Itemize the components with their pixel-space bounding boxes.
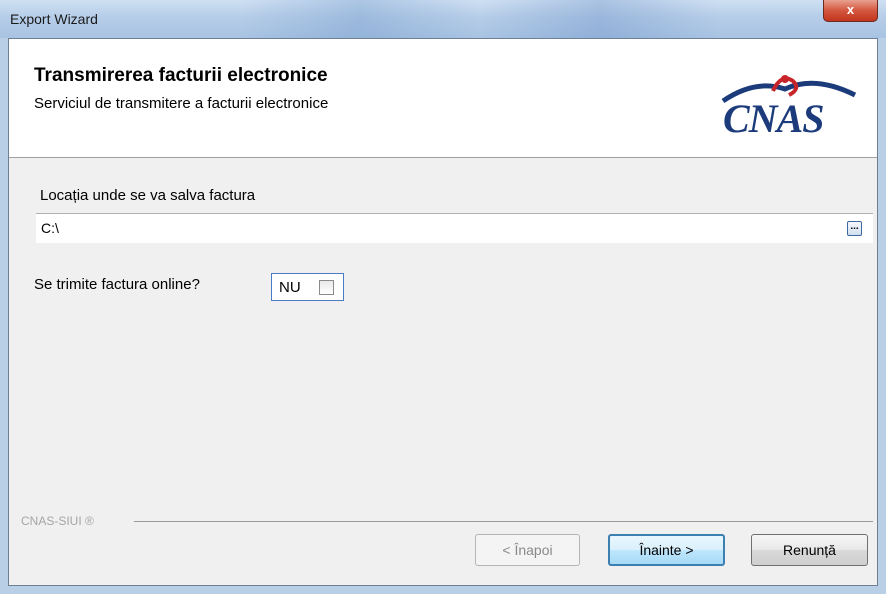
back-button[interactable]: < Înapoi (475, 534, 580, 566)
browse-button[interactable]: ... (847, 221, 862, 236)
location-field[interactable]: C:\ ... (36, 213, 873, 243)
location-label: Locația unde se va salva factura (40, 187, 256, 204)
window-title: Export Wizard (10, 11, 98, 27)
location-value[interactable]: C:\ (41, 220, 59, 236)
wizard-client-area: Transmirerea facturii electronice Servic… (8, 38, 878, 586)
ellipsis-icon: ... (850, 221, 859, 232)
send-online-label: Se trimite factura online? (34, 276, 200, 293)
window-frame-left (0, 38, 8, 594)
title-bar[interactable]: Export Wizard x (0, 0, 886, 38)
cnas-logo: CNAS (715, 65, 863, 141)
send-online-value: NU (279, 279, 301, 296)
title-bar-glass (240, 0, 840, 38)
footer-brand: CNAS-SIUI ® (21, 514, 94, 528)
logo-text: CNAS (723, 96, 824, 141)
cancel-button[interactable]: Renunță (751, 534, 868, 566)
page-title: Transmirerea facturii electronice (34, 65, 328, 86)
footer-divider (134, 521, 873, 522)
next-button[interactable]: Înainte > (608, 534, 725, 566)
send-online-checkbox[interactable] (319, 280, 334, 295)
close-icon: x (846, 2, 855, 17)
close-button[interactable]: x (823, 0, 878, 22)
wizard-header: Transmirerea facturii electronice Servic… (9, 39, 877, 158)
export-wizard-window: Export Wizard x Transmirerea facturii el… (0, 0, 886, 594)
send-online-toggle[interactable]: NU (271, 273, 344, 301)
page-subtitle: Serviciul de transmitere a facturii elec… (34, 95, 329, 112)
window-frame-right (878, 38, 886, 594)
